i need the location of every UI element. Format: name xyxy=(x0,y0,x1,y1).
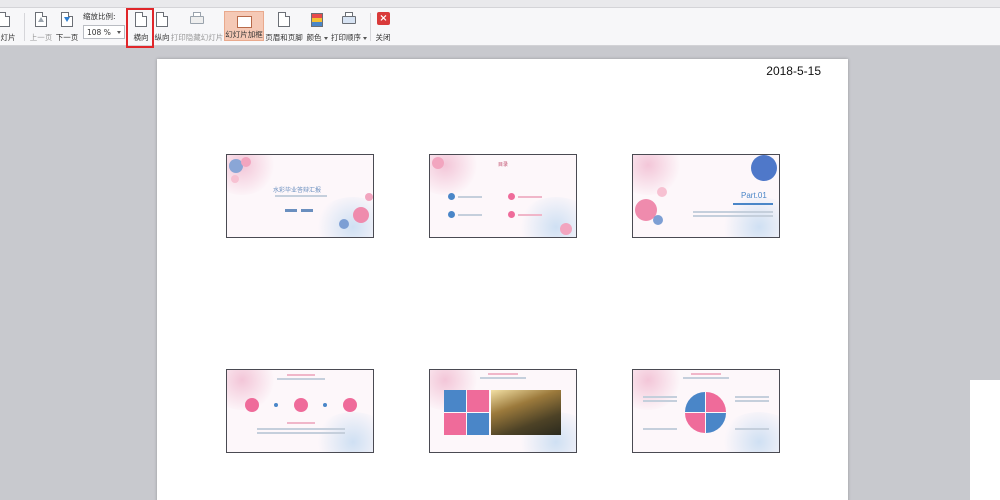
slide-frame-button[interactable]: 幻灯片加框 xyxy=(224,11,264,41)
next-page-icon xyxy=(59,11,75,29)
prev-page-button[interactable]: 上一页 xyxy=(29,8,53,46)
color-button[interactable]: 颜色 xyxy=(304,8,330,46)
frame-icon xyxy=(236,13,252,28)
landscape-highlight-annotation xyxy=(126,8,154,48)
portrait-page-icon xyxy=(154,11,170,29)
slide-thumbnail-5 xyxy=(429,369,577,453)
folder-icon xyxy=(467,413,489,435)
zoom-label: 缩放比例: xyxy=(83,12,116,21)
slide-layout-icon xyxy=(0,11,16,29)
zoom-select[interactable]: 108 % xyxy=(83,25,125,39)
header-footer-button[interactable]: 页眉和页脚 xyxy=(265,8,303,46)
toolbar-separator xyxy=(370,13,371,41)
print-order-icon xyxy=(341,11,357,29)
printer-icon xyxy=(189,11,205,29)
slide-thumbnail-1: 水彩毕业答辩汇报 xyxy=(226,154,374,238)
close-icon: × xyxy=(375,11,391,29)
chevron-down-icon xyxy=(363,36,367,40)
print-preview-page: 2018-5-15 水彩毕业答辩汇报 目录 Part.01 xyxy=(157,59,848,500)
window-top-strip xyxy=(0,0,1000,8)
print-order-button[interactable]: 打印顺序 xyxy=(330,8,368,46)
cursor-overlay xyxy=(970,380,1000,500)
slide-thumbnail-2: 目录 xyxy=(429,154,577,238)
clock-icon xyxy=(467,390,489,412)
chevron-down-icon xyxy=(117,31,121,34)
color-palette-icon xyxy=(309,11,325,29)
slide-thumbnail-6 xyxy=(632,369,780,453)
next-page-button[interactable]: 下一页 xyxy=(55,8,79,46)
wheat-photo xyxy=(491,390,561,435)
camera-icon xyxy=(444,390,466,412)
headphones-icon xyxy=(444,413,466,435)
slide-thumbnail-4 xyxy=(226,369,374,453)
close-button[interactable]: × 关闭 xyxy=(373,8,393,46)
print-hidden-slides-button[interactable]: 打印隐藏幻灯片 xyxy=(171,8,223,46)
prev-page-icon xyxy=(33,11,49,29)
portrait-button[interactable]: 纵向 xyxy=(152,8,172,46)
slide-title: 目录 xyxy=(498,162,509,168)
slide-thumbnail-3: Part.01 xyxy=(632,154,780,238)
header-date: 2018-5-15 xyxy=(766,64,821,78)
chevron-down-icon xyxy=(323,36,328,40)
slides-per-page-button[interactable]: 灯片 xyxy=(0,8,20,46)
toolbar-separator xyxy=(24,13,25,41)
slide-title: 水彩毕业答辩汇报 xyxy=(273,187,322,194)
zoom-value: 108 % xyxy=(87,28,111,37)
slide-title: Part.01 xyxy=(741,191,767,200)
header-footer-icon xyxy=(276,11,292,29)
